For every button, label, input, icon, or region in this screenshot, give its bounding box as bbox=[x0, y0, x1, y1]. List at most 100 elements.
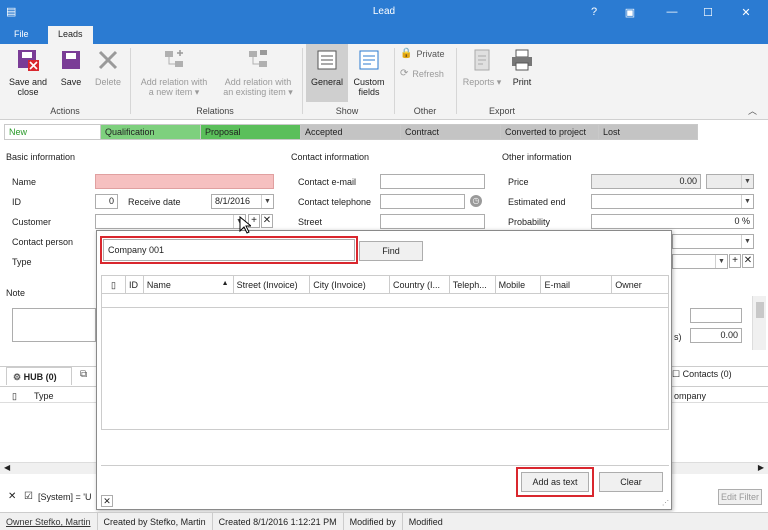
tab-hub[interactable]: ⚙ HUB (0) bbox=[6, 367, 72, 385]
divider bbox=[101, 465, 669, 466]
custom-fields-icon bbox=[359, 50, 379, 70]
general-view-button[interactable]: General bbox=[306, 44, 348, 102]
tab-leads[interactable]: Leads bbox=[48, 26, 93, 44]
restore-layout-icon[interactable]: ▣ bbox=[612, 0, 648, 24]
receive-date-input[interactable]: 8/1/2016 ▼ bbox=[211, 194, 274, 209]
contact-person-select[interactable]: ▼ bbox=[672, 234, 754, 249]
type-column-header[interactable]: Type bbox=[34, 391, 54, 401]
stage-proposal[interactable]: Proposal bbox=[200, 124, 300, 140]
street-input[interactable] bbox=[380, 214, 485, 229]
other-group-label: Other bbox=[413, 106, 437, 116]
estimated-end-label: Estimated end bbox=[508, 197, 566, 207]
contact-email-input[interactable] bbox=[380, 174, 485, 189]
filter-checkbox[interactable]: ☑ bbox=[24, 491, 33, 502]
private-toggle[interactable]: 🔒 Private bbox=[400, 48, 444, 59]
chevron-down-icon[interactable]: ▼ bbox=[741, 235, 753, 248]
resize-grip-icon[interactable]: ⋰ bbox=[662, 499, 669, 507]
status-modified-by: Modified by bbox=[344, 513, 403, 530]
type-select[interactable]: ▼ bbox=[672, 254, 728, 269]
street-column-header[interactable]: Street (Invoice) bbox=[234, 276, 311, 294]
general-label: General bbox=[310, 77, 344, 87]
customer-label: Customer bbox=[12, 217, 52, 227]
form-scrollbar[interactable] bbox=[752, 296, 766, 350]
add-relation-icon bbox=[165, 50, 183, 67]
telephone-column-header[interactable]: Teleph... bbox=[450, 276, 496, 294]
print-label: Print bbox=[512, 77, 532, 87]
custom-fields-button[interactable]: Custom fields bbox=[350, 48, 388, 97]
clock-icon[interactable]: ◷ bbox=[470, 195, 482, 207]
tab-contacts[interactable]: ☐ Contacts (0) bbox=[672, 369, 732, 380]
email-column-header[interactable]: E-mail bbox=[541, 276, 613, 294]
add-relation-new-button[interactable]: Add relation with a new item ▾ bbox=[136, 48, 212, 97]
close-button[interactable]: ✕ bbox=[728, 0, 764, 24]
status-modified: Modified bbox=[408, 517, 443, 527]
add-type-icon[interactable]: + bbox=[729, 254, 741, 268]
stage-converted[interactable]: Converted to project bbox=[500, 124, 598, 140]
customer-lookup-popup: Company 001 Find ▯ ID Name ▲ Street (Inv… bbox=[96, 230, 672, 510]
chevron-down-icon[interactable]: ▼ bbox=[715, 255, 727, 268]
mobile-column-header[interactable]: Mobile bbox=[496, 276, 542, 294]
minimize-button[interactable]: — bbox=[654, 0, 690, 24]
scrollbar-thumb[interactable] bbox=[756, 302, 764, 318]
city-column-header[interactable]: City (Invoice) bbox=[310, 276, 390, 294]
id-label: ID bbox=[12, 197, 21, 207]
stage-contract[interactable]: Contract bbox=[400, 124, 500, 140]
owner-column-header[interactable]: Owner bbox=[612, 276, 668, 294]
private-label: Private bbox=[416, 48, 445, 59]
status-owner[interactable]: Owner Stefko, Martin bbox=[0, 513, 98, 530]
edit-filter-button[interactable]: Edit Filter bbox=[718, 489, 762, 505]
basic-info-header: Basic information bbox=[6, 152, 76, 162]
filter-text: [System] = 'U bbox=[38, 492, 92, 502]
reports-button[interactable]: Reports ▾ bbox=[462, 48, 502, 87]
extra-input[interactable] bbox=[690, 308, 742, 323]
scroll-left-icon[interactable]: ◀ bbox=[4, 463, 10, 472]
probability-label: Probability bbox=[508, 217, 551, 227]
hub-icon: ⚙ bbox=[13, 372, 22, 382]
add-relation-existing-button[interactable]: Add relation with an existing item ▾ bbox=[218, 48, 298, 97]
stage-qualification[interactable]: Qualification bbox=[100, 124, 200, 140]
filter-row[interactable] bbox=[101, 293, 669, 308]
print-button[interactable]: Print bbox=[506, 48, 538, 87]
save-and-close-button[interactable]: Save and close bbox=[6, 48, 50, 97]
reports-icon bbox=[474, 49, 490, 71]
clear-type-icon[interactable]: ✕ bbox=[742, 254, 754, 268]
name-input[interactable] bbox=[95, 174, 274, 189]
delete-label: Delete bbox=[94, 77, 121, 87]
window-title: Lead bbox=[372, 6, 396, 17]
stage-new[interactable]: New bbox=[4, 124, 100, 140]
scroll-right-icon[interactable]: ▶ bbox=[758, 463, 764, 472]
id-column-header[interactable]: ID bbox=[126, 276, 144, 294]
estimated-end-input[interactable]: ▼ bbox=[591, 194, 754, 209]
close-popup-icon[interactable]: ✕ bbox=[101, 495, 113, 507]
save-button[interactable]: Save bbox=[54, 48, 88, 87]
contact-telephone-input[interactable] bbox=[380, 194, 465, 209]
country-column-header[interactable]: Country (I... bbox=[390, 276, 450, 294]
help-icon[interactable]: ? bbox=[576, 0, 612, 24]
company-column-header[interactable]: ompany bbox=[674, 391, 706, 401]
chevron-down-icon[interactable]: ▼ bbox=[741, 175, 753, 188]
results-grid[interactable] bbox=[101, 308, 669, 430]
refresh-button[interactable]: ⟳ Refresh bbox=[400, 68, 444, 79]
collapse-ribbon-icon[interactable]: ︿ bbox=[748, 104, 757, 117]
find-button[interactable]: Find bbox=[359, 241, 423, 261]
close-filter-icon[interactable]: ✕ bbox=[8, 491, 16, 502]
tab-other-icon[interactable]: ⧉ bbox=[80, 369, 87, 380]
relations-group-label: Relations bbox=[196, 106, 234, 116]
clear-button[interactable]: Clear bbox=[599, 472, 663, 492]
contact-person-label: Contact person bbox=[12, 237, 74, 247]
stage-accepted[interactable]: Accepted bbox=[300, 124, 400, 140]
probability-input[interactable]: 0 % bbox=[591, 214, 754, 229]
note-input[interactable] bbox=[12, 308, 96, 342]
delete-button[interactable]: Delete bbox=[90, 48, 126, 87]
clear-customer-icon[interactable]: ✕ bbox=[261, 214, 273, 228]
chevron-down-icon[interactable]: ▼ bbox=[261, 195, 273, 208]
customer-input[interactable]: ▼ bbox=[95, 214, 246, 229]
name-column-header[interactable]: Name ▲ bbox=[144, 276, 234, 294]
stage-lost[interactable]: Lost bbox=[598, 124, 698, 140]
show-group-label: Show bbox=[335, 106, 359, 116]
chevron-down-icon[interactable]: ▼ bbox=[741, 195, 753, 208]
separator bbox=[130, 48, 131, 114]
tab-file[interactable]: File bbox=[4, 26, 39, 44]
currency-select[interactable]: ▼ bbox=[706, 174, 754, 189]
maximize-button[interactable]: ☐ bbox=[690, 0, 726, 24]
